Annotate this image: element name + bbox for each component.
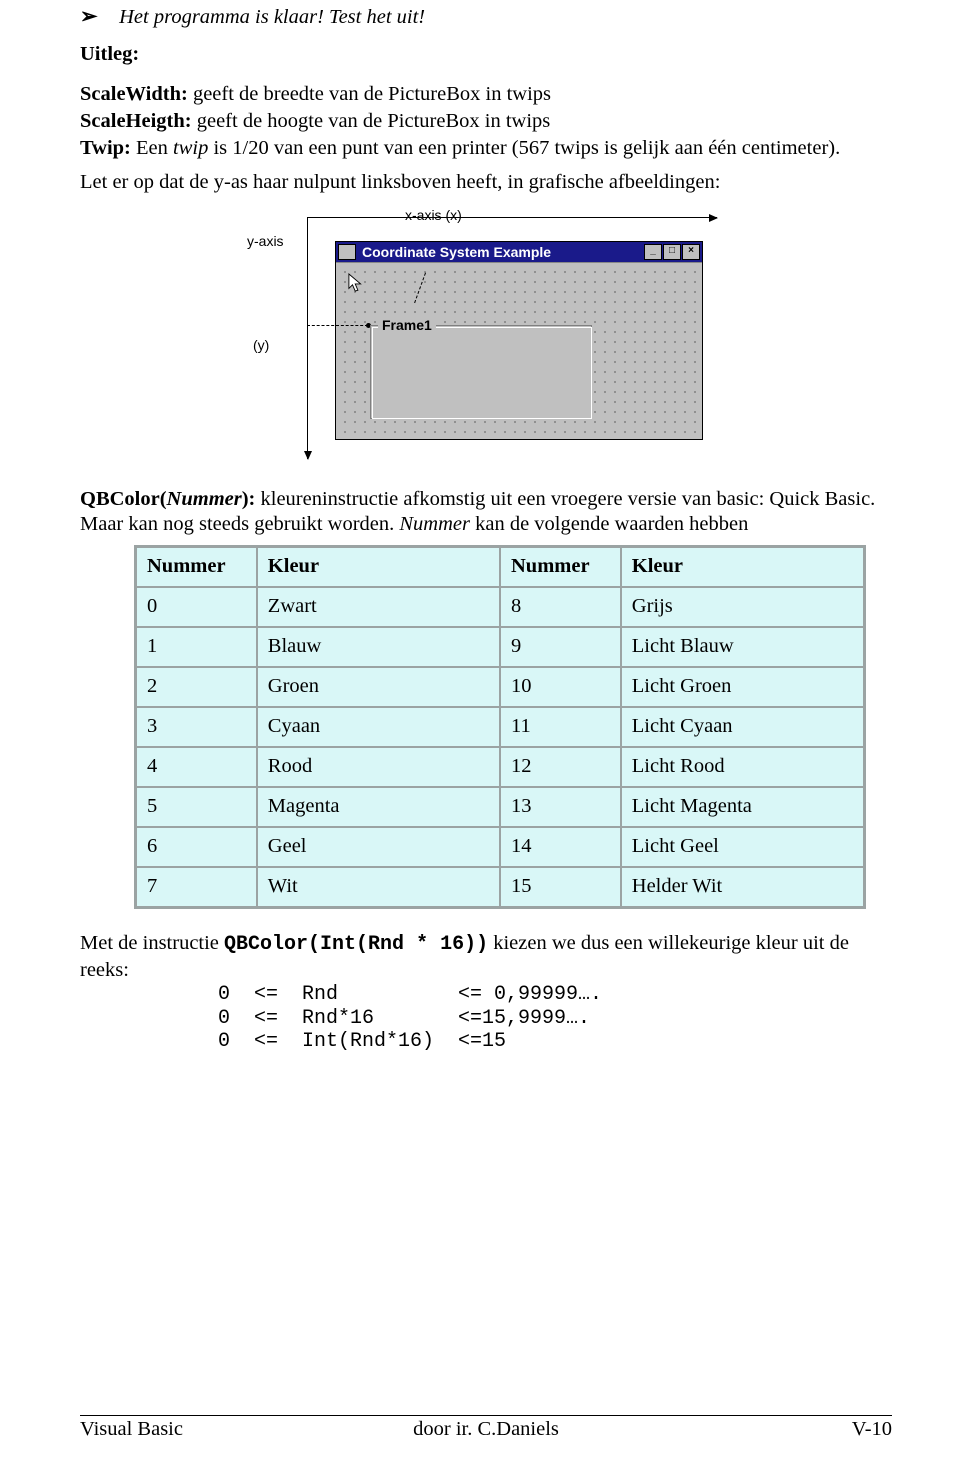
def-scaleheigth-body: geeft de hoogte van de PictureBox in twi… [197, 110, 551, 132]
qbcolor-table: Nummer Kleur Nummer Kleur 0 Zwart 8 Grij… [134, 545, 866, 909]
cell: Licht Magenta [621, 787, 864, 827]
cell: 11 [500, 707, 621, 747]
cell: Grijs [621, 587, 864, 627]
cell: 5 [136, 787, 257, 827]
table-row: 3 Cyaan 11 Licht Cyaan [136, 707, 864, 747]
bullet-arrow-icon: ➢ [80, 4, 114, 29]
cell: Licht Cyaan [621, 707, 864, 747]
cell: 15 [500, 867, 621, 907]
cell: 1 [136, 627, 257, 667]
cell: 6 [136, 827, 257, 867]
app-titlebar-icon [338, 244, 356, 260]
frame-label: Frame1 [378, 317, 436, 333]
code-lines: 0 <= Rnd <= 0,99999…. 0 <= Rnd*16 <=15,9… [218, 983, 892, 1054]
yaxis-arrow-icon [307, 217, 309, 459]
cell: 2 [136, 667, 257, 707]
def-scaleheigth-label: ScaleHeigth: [80, 110, 192, 132]
cell: 4 [136, 747, 257, 787]
qbcolor-label-tail: ): [242, 488, 256, 510]
qbcolor-param2: Nummer [399, 513, 470, 535]
def-scaleheigth: ScaleHeigth: geeft de hoogte van de Pict… [80, 109, 892, 134]
cell: Zwart [257, 587, 500, 627]
footer-right: V-10 [621, 1418, 892, 1441]
yaxis-label: y-axis [247, 233, 284, 249]
coordinate-diagram: x-axis (x) y-axis (y) Coordinate System … [247, 207, 725, 467]
cell: Licht Groen [621, 667, 864, 707]
xaxis-arrow-icon [307, 217, 717, 219]
footer-left: Visual Basic [80, 1418, 351, 1441]
cell: Licht Rood [621, 747, 864, 787]
minimize-icon: _ [644, 244, 662, 260]
cell: Groen [257, 667, 500, 707]
qbcolor-label: QBColor( [80, 488, 167, 510]
cell: Blauw [257, 627, 500, 667]
yaxis-note: Let er op dat de y-as haar nulpunt links… [80, 170, 892, 195]
table-row: 6 Geel 14 Licht Geel [136, 827, 864, 867]
cell: Rood [257, 747, 500, 787]
th-kleur-1: Kleur [257, 547, 500, 587]
qbcolor-body2: kan de volgende waarden hebben [475, 513, 748, 535]
table-row: 0 Zwart 8 Grijs [136, 587, 864, 627]
cell: Cyaan [257, 707, 500, 747]
cell: 9 [500, 627, 621, 667]
def-twip-prefix: Een [136, 137, 173, 159]
cell: 12 [500, 747, 621, 787]
def-twip-body: is 1/20 van een punt van een printer (56… [213, 137, 840, 159]
page-footer: Visual Basic door ir. C.Daniels V-10 [80, 1415, 892, 1441]
table-row: 5 Magenta 13 Licht Magenta [136, 787, 864, 827]
th-nummer-1: Nummer [136, 547, 257, 587]
cell: 3 [136, 707, 257, 747]
cell: 14 [500, 827, 621, 867]
table-row: 4 Rood 12 Licht Rood [136, 747, 864, 787]
cell: Licht Blauw [621, 627, 864, 667]
cell: Magenta [257, 787, 500, 827]
cell: Licht Geel [621, 827, 864, 867]
bullet-text: Het programma is klaar! Test het uit! [119, 6, 425, 28]
cell: Geel [257, 827, 500, 867]
def-twip: Twip: Een twip is 1/20 van een punt van … [80, 136, 892, 161]
cell: Wit [257, 867, 500, 907]
cell: 13 [500, 787, 621, 827]
th-nummer-2: Nummer [500, 547, 621, 587]
th-kleur-2: Kleur [621, 547, 864, 587]
bullet-line: ➢ Het programma is klaar! Test het uit! [80, 4, 892, 29]
table-header-row: Nummer Kleur Nummer Kleur [136, 547, 864, 587]
qbcolor-paragraph: QBColor(Nummer): kleureninstructie afkom… [80, 487, 892, 537]
cell: 10 [500, 667, 621, 707]
app-body: Frame1 [336, 262, 702, 439]
uitleg-heading-text: Uitleg: [80, 43, 139, 65]
post-pre: Met de instructie [80, 932, 224, 954]
def-scalewidth-body: geeft de breedte van de PictureBox in tw… [193, 83, 551, 105]
maximize-icon: □ [663, 244, 681, 260]
frame-box [370, 325, 592, 419]
table-row: 1 Blauw 9 Licht Blauw [136, 627, 864, 667]
post-paragraph: Met de instructie QBColor(Int(Rnd * 16))… [80, 931, 892, 983]
def-twip-word: twip [173, 137, 208, 159]
table-row: 7 Wit 15 Helder Wit [136, 867, 864, 907]
footer-center: door ir. C.Daniels [351, 1418, 622, 1441]
def-twip-label: Twip: [80, 137, 131, 159]
post-code: QBColor(Int(Rnd * 16)) [224, 933, 488, 956]
cell: 7 [136, 867, 257, 907]
app-window: Coordinate System Example _ □ × Frame1 [335, 241, 703, 440]
cell: 8 [500, 587, 621, 627]
cell: Helder Wit [621, 867, 864, 907]
app-titlebar: Coordinate System Example _ □ × [336, 242, 702, 262]
def-scalewidth: ScaleWidth: geeft de breedte van de Pict… [80, 82, 892, 107]
def-scalewidth-label: ScaleWidth: [80, 83, 188, 105]
qbcolor-param: Nummer [167, 488, 242, 510]
pointer-line-icon [307, 325, 368, 327]
uitleg-heading: Uitleg: [80, 43, 892, 66]
xaxis-label: x-axis (x) [405, 207, 462, 223]
footer-rule [80, 1415, 892, 1416]
app-window-title: Coordinate System Example [362, 244, 551, 260]
cell: 0 [136, 587, 257, 627]
pointer-dashline-icon [414, 272, 427, 303]
close-icon: × [682, 244, 700, 260]
table-row: 2 Groen 10 Licht Groen [136, 667, 864, 707]
y-paren: (y) [253, 337, 269, 353]
